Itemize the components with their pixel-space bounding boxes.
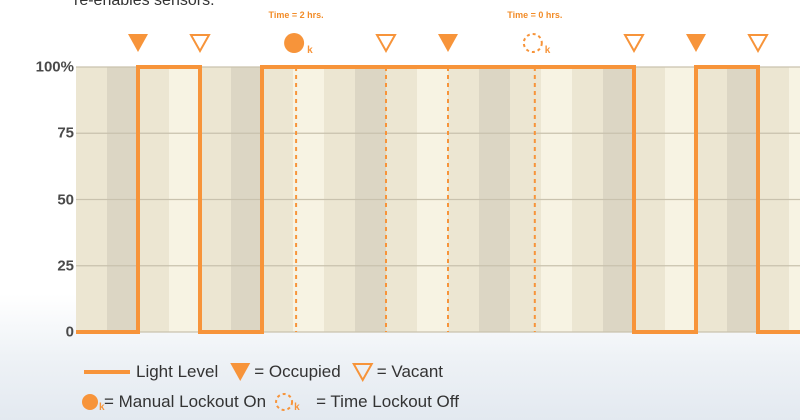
occupied-marker	[128, 34, 148, 52]
header-text: re-enables sensors.	[74, 0, 215, 9]
occupied-marker	[438, 34, 458, 52]
vacant-marker	[189, 34, 211, 54]
chart: kk kk	[76, 33, 800, 413]
legend-row-1: Light Level = Occupied = Vacant	[82, 358, 443, 386]
legend-manual-lockout: = Manual Lockout On	[104, 392, 267, 411]
time-label-timer: Time = 0 hrs.	[507, 10, 563, 20]
marker-subscript: k	[545, 45, 551, 56]
legend-light-level: Light Level	[136, 362, 219, 381]
event-markers: kk	[128, 33, 769, 56]
time-label-manual: Time = 2 hrs.	[268, 10, 324, 20]
y-tick-label: 0	[65, 323, 74, 341]
vacant-marker	[623, 34, 645, 54]
vacant-marker	[375, 34, 397, 54]
vacant-marker	[747, 34, 769, 54]
legend-time-lockout: = Time Lockout Off	[316, 392, 459, 411]
occupied-marker	[686, 34, 706, 52]
manual-lockout-marker	[284, 33, 305, 53]
time-lockout-marker	[522, 33, 543, 53]
y-tick-label: 100%	[35, 58, 74, 76]
y-tick-label: 75	[57, 124, 74, 142]
marker-subscript: k	[307, 45, 313, 56]
legend-row-2: = Manual Lockout On = Time Lockout Off	[78, 388, 459, 416]
y-tick-label: 50	[57, 191, 74, 208]
legend-vacant: = Vacant	[376, 362, 444, 381]
legend-occupied: = Occupied	[254, 362, 341, 381]
y-tick-label: 25	[57, 257, 74, 275]
